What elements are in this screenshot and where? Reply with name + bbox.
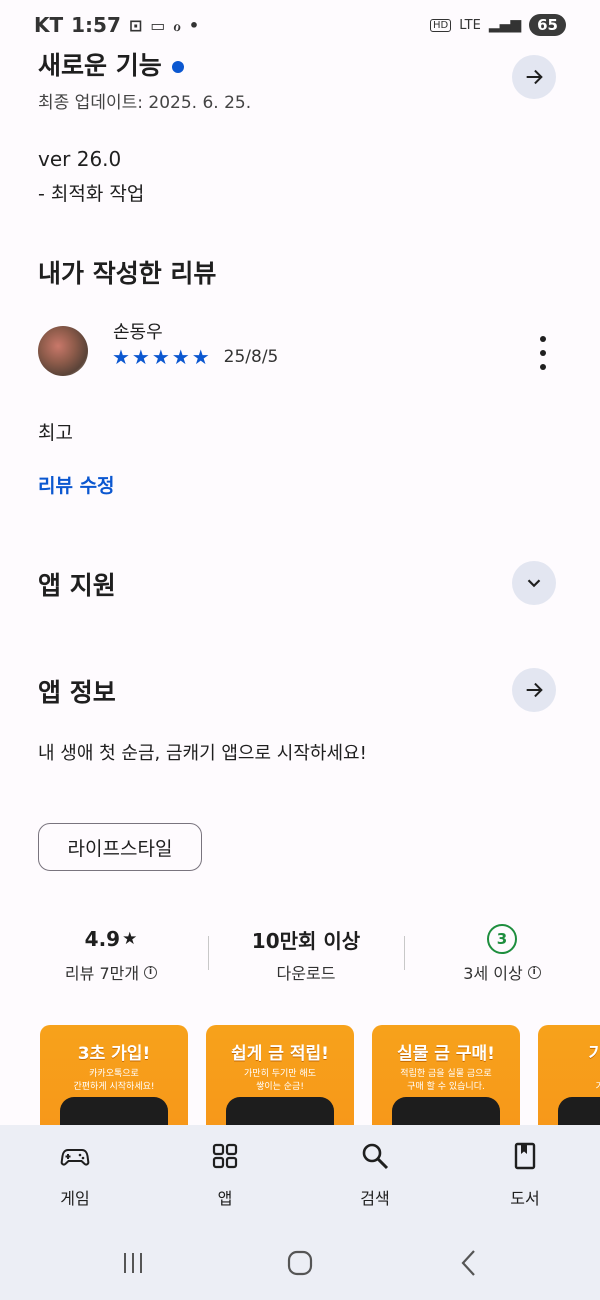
recent-apps-icon bbox=[124, 1253, 142, 1273]
signal-icon: ▂▄▆ bbox=[488, 17, 522, 33]
search-icon bbox=[362, 1143, 389, 1170]
app-support-expand-button[interactable] bbox=[512, 561, 556, 605]
app-support-section[interactable]: 앱 지원 bbox=[38, 566, 556, 602]
screenshot-title: 실물 금 구매! bbox=[397, 1044, 495, 1064]
home-icon bbox=[287, 1250, 313, 1276]
screenshot-carousel[interactable]: 3초 가입! 카카오톡으로 간편하게 시작하세요! 쉽게 금 적립! 가만히 두… bbox=[40, 1025, 600, 1125]
system-navigation-bar bbox=[0, 1235, 600, 1295]
screenshot-title: 3초 가입! bbox=[77, 1044, 151, 1064]
whats-new-arrow-button[interactable] bbox=[512, 55, 556, 99]
rating-value: 4.9 bbox=[84, 927, 121, 951]
book-icon bbox=[514, 1142, 536, 1170]
phone-mockup bbox=[392, 1097, 500, 1125]
downloads-value: 10만회 이상 bbox=[251, 928, 361, 953]
screenshot-subtitle: 카카오톡으로 bbox=[89, 1069, 139, 1079]
clock: 1:57 bbox=[71, 13, 121, 37]
app-info-heading: 앱 정보 bbox=[38, 678, 116, 707]
age-rating-stat[interactable]: 3 3세 이상 i bbox=[407, 922, 597, 984]
carrier-label: KT bbox=[34, 13, 64, 37]
screenshot-subtitle: 가만히 두기만 해도 bbox=[244, 1069, 316, 1079]
more-vert-icon-dot bbox=[540, 350, 546, 356]
stat-divider bbox=[208, 936, 209, 970]
phone-mockup bbox=[558, 1097, 600, 1125]
recent-apps-button[interactable] bbox=[116, 1245, 150, 1281]
screenshot-subtitle: 적립한 금을 실물 금으로 bbox=[400, 1069, 492, 1079]
info-icon: i bbox=[144, 965, 158, 979]
screenshot-subtitle: 기프티콘 bbox=[595, 1082, 600, 1092]
whats-new-title: 새로운 기능 bbox=[38, 51, 162, 80]
star-icon: ★ bbox=[122, 929, 138, 949]
hd-voice-icon: HD bbox=[429, 18, 452, 32]
gamepad-icon bbox=[60, 1149, 90, 1166]
phone-mockup bbox=[60, 1097, 168, 1125]
nav-books-label: 도서 bbox=[510, 1189, 540, 1208]
arrow-right-icon bbox=[526, 69, 543, 85]
app-notification-icon: ℴ bbox=[173, 15, 181, 35]
screenshot-title: 기프티 bbox=[588, 1044, 600, 1064]
app-support-heading: 앱 지원 bbox=[38, 571, 116, 600]
back-button[interactable] bbox=[452, 1245, 486, 1281]
more-notifications-dot-icon: • bbox=[188, 15, 200, 35]
category-chip[interactable]: 라이프스타일 bbox=[38, 823, 202, 871]
app-stats-row: 4.9 ★ 리뷰 7만개 i 10만회 이상 다운로드 3 3세 이상 i bbox=[0, 922, 600, 992]
nav-games[interactable]: 게임 bbox=[25, 1141, 125, 1209]
my-review-section: 내가 작성한 리뷰 bbox=[38, 254, 556, 290]
age-rating-badge: 3 bbox=[487, 924, 517, 954]
screenshot-subtitle: 적립한 bbox=[538, 1068, 600, 1081]
status-bar: KT 1:57 ⊡ ▭ ℴ • HD LTE ▂▄▆ 65 bbox=[0, 0, 600, 50]
chevron-down-icon bbox=[527, 579, 541, 588]
review-more-button[interactable] bbox=[532, 336, 554, 370]
screenshot-title: 쉽게 금 적립! bbox=[231, 1044, 329, 1064]
screenshot-subtitle: 구매 할 수 있습니다. bbox=[407, 1082, 485, 1092]
screenshot-icon: ⊡ bbox=[128, 15, 143, 35]
screenshot-card[interactable]: 기프티 적립한 기프티콘 bbox=[538, 1025, 600, 1125]
arrow-right-icon bbox=[526, 682, 543, 698]
rating-stat[interactable]: 4.9 ★ 리뷰 7만개 i bbox=[16, 922, 206, 984]
age-rating-label: 3세 이상 bbox=[463, 964, 523, 983]
edit-review-link[interactable]: 리뷰 수정 bbox=[38, 471, 115, 498]
nav-search[interactable]: 검색 bbox=[325, 1141, 425, 1209]
review-rating-row: ★★★★★ 25/8/5 bbox=[112, 345, 278, 369]
my-review-heading: 내가 작성한 리뷰 bbox=[38, 259, 217, 288]
version-text: ver 26.0 bbox=[38, 147, 122, 171]
nav-apps[interactable]: 앱 bbox=[175, 1141, 275, 1209]
nav-apps-label: 앱 bbox=[217, 1189, 233, 1208]
reviewer-name: 손동우 bbox=[113, 322, 163, 343]
release-notes: - 최적화 작업 bbox=[38, 183, 145, 205]
app-description: 내 생애 첫 순금, 금캐기 앱으로 시작하세요! bbox=[38, 743, 367, 764]
whats-new-heading-row: 새로운 기능 bbox=[38, 46, 556, 82]
screenshot-card[interactable]: 실물 금 구매! 적립한 금을 실물 금으로 구매 할 수 있습니다. bbox=[372, 1025, 520, 1125]
stat-divider bbox=[404, 936, 405, 970]
app-info-arrow-button[interactable] bbox=[512, 668, 556, 712]
reviewer-avatar bbox=[38, 326, 88, 376]
review-text: 최고 bbox=[38, 422, 73, 444]
more-vert-icon-dot bbox=[540, 364, 546, 370]
more-vert-icon bbox=[540, 336, 546, 342]
network-type-label: LTE bbox=[459, 17, 481, 33]
screenshot-card[interactable]: 쉽게 금 적립! 가만히 두기만 해도 쌓이는 순금! bbox=[206, 1025, 354, 1125]
new-indicator-dot bbox=[171, 61, 184, 73]
battery-level: 65 bbox=[529, 14, 566, 36]
apps-grid-icon bbox=[212, 1143, 238, 1169]
nav-search-label: 검색 bbox=[360, 1189, 390, 1208]
back-icon bbox=[461, 1250, 475, 1276]
review-date: 25/8/5 bbox=[223, 347, 279, 367]
home-button[interactable] bbox=[283, 1245, 317, 1281]
phone-mockup bbox=[226, 1097, 334, 1125]
review-count: 리뷰 7만개 bbox=[64, 964, 140, 983]
info-icon: i bbox=[527, 965, 541, 979]
screenshot-subtitle: 쌓이는 순금! bbox=[256, 1082, 304, 1092]
nav-books[interactable]: 도서 bbox=[475, 1141, 575, 1209]
downloads-label: 다운로드 bbox=[276, 964, 336, 983]
screenshot-card[interactable]: 3초 가입! 카카오톡으로 간편하게 시작하세요! bbox=[40, 1025, 188, 1125]
last-updated-date: 최종 업데이트: 2025. 6. 25. bbox=[38, 93, 252, 113]
downloads-stat: 10만회 이상 다운로드 bbox=[211, 922, 401, 984]
star-rating: ★★★★★ bbox=[112, 345, 212, 369]
notification-app-icon: ▭ bbox=[150, 15, 166, 35]
nav-games-label: 게임 bbox=[60, 1189, 90, 1208]
whats-new-section: 새로운 기능 최종 업데이트: 2025. 6. 25. ver 26.0 - … bbox=[38, 46, 556, 206]
app-info-section: 앱 정보 내 생애 첫 순금, 금캐기 앱으로 시작하세요! bbox=[38, 673, 556, 765]
screenshot-subtitle: 간편하게 시작하세요! bbox=[73, 1082, 155, 1092]
